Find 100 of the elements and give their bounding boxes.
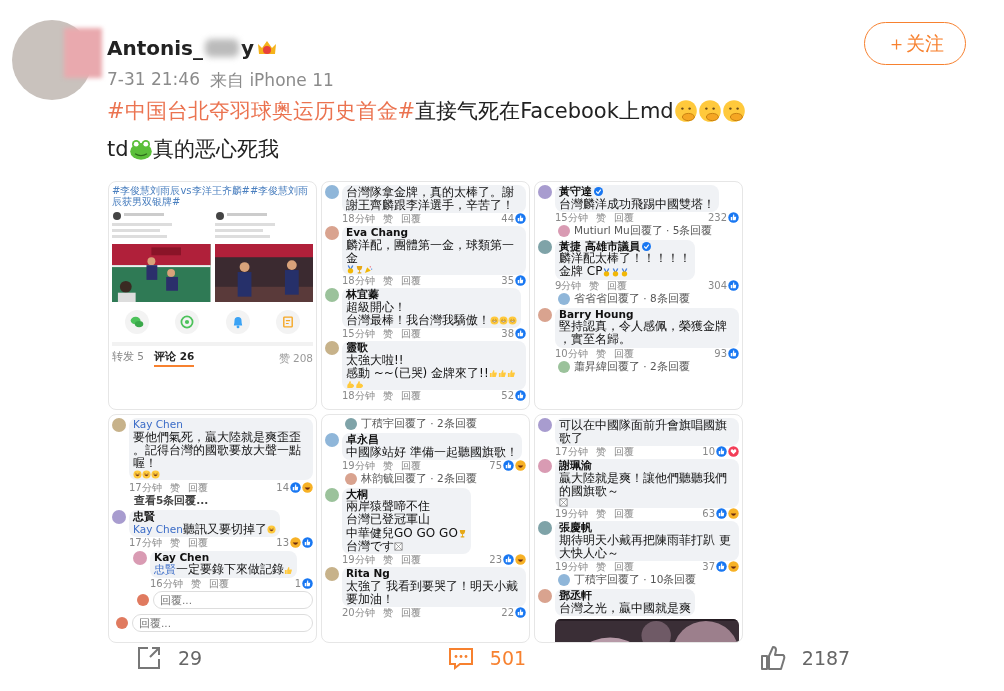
reply-field[interactable]: 回覆... [153,590,313,609]
comment-author[interactable]: Eva Chang [346,227,408,239]
comment-author[interactable]: Barry Houng [559,308,634,321]
comment-text: 一定要錄下來做記錄 [176,563,284,577]
medal-icon [620,267,630,277]
like-link[interactable]: 赞 [382,459,393,471]
like-link[interactable]: 赞 [589,279,600,291]
comment-author[interactable]: 張慶帆 [559,522,592,534]
like-link[interactable]: 赞 [595,446,606,458]
like-link[interactable]: 赞 [595,211,606,223]
share-icon[interactable] [135,645,162,671]
reply-link[interactable]: 回覆 [400,606,421,618]
like-link[interactable]: 赞 [382,275,393,287]
image-thumbnail[interactable]: 黃守達 台灣麟洋成功飛踢中國雙塔！ 15分钟 赞 回覆 232 Mutiurl Mu回覆了 · 5条回覆 黃捷 高雄市議員 麟洋配太棒了！！！！！ 金牌 CP 9分钟 赞 回覆 304 省省省回覆了 · 8条回覆 Barry Houng 堅持認真，令人感佩，榮獲金牌，實至名歸。 10分钟 赞 回覆 93 蕭昇緯回覆了 · 2条回覆 [534,181,743,410]
like-link[interactable]: 赞 [169,536,180,548]
image-thumbnail[interactable]: 台灣隊拿金牌，真的太棒了。謝謝王齊麟跟李洋選手，辛苦了！ 18分钟 赞 回覆 44 Eva Chang 麟洋配，團體第一金，球類第一金 18分钟 赞 回覆 35 林宜蓁 超級開心！ 台灣最棒！我台灣我驕傲！ 15分钟 赞 回覆 38 靈歌 太強大啦!! 感動 ~~(已哭) 金牌來了!! 18分钟 赞 回覆 52 [321,181,530,410]
mention-link[interactable]: Kay Chen [133,523,183,536]
like-link[interactable]: 赞 [382,606,393,618]
laughing-reaction-icon [728,508,739,520]
like-link[interactable]: 赞 [169,481,180,493]
reply-link[interactable]: 回覆 [400,328,421,340]
image-thumbnail[interactable]: Kay Chen 要他們氣死，贏大陸就是爽歪歪。記得台灣的國歌要放大聲一點喔！ 17分钟 赞 回覆 14 查看5条回覆... 忠賢 Kay Chen聽訊又要切掉了 17分钟 赞 回覆 13 Kay Chen 忠賢一定要錄下來做記錄 16分钟 赞 回覆 1 回覆... 回覆... [108,414,317,643]
reaction-count: 44 [501,213,514,225]
like-link[interactable]: 赞 [595,508,606,520]
thumbs-up-icon [506,369,516,379]
reply-link[interactable]: 回覆 [400,554,421,566]
image-thumbnail[interactable]: #李俊慧刘雨辰vs李洋王齐麟##李俊慧刘雨辰获男双银牌# 转发 5 评论 26 赞 208 [108,181,317,410]
reply-link[interactable]: 回覆 [613,508,634,520]
thumbs-up-icon[interactable] [759,645,786,671]
like-link[interactable]: 赞 [595,347,606,359]
reply-link[interactable]: 回覆 [607,279,628,291]
like-link[interactable]: 赞 [382,328,393,340]
comment-author[interactable]: 謝珮渝 [559,460,592,472]
document-icon[interactable] [280,315,295,329]
comment-author[interactable]: 大桐 [346,488,368,501]
replies-link[interactable]: 省省省回覆了 · 8条回覆 [574,292,690,305]
reply-field[interactable]: 回覆... [132,613,313,632]
tab[interactable]: 评论 26 [154,351,195,367]
comment-count[interactable]: 501 [489,647,527,669]
share-count[interactable]: 29 [177,647,203,669]
comment-icon[interactable] [447,645,474,671]
username[interactable]: y [241,36,255,60]
reply-link[interactable]: 回覆 [613,347,634,359]
thumbs-up-icon [284,565,293,575]
reply-link[interactable]: 回覆 [400,459,421,471]
comment-time: 18分钟 [342,275,375,287]
image-thumbnail[interactable]: 可以在中國隊面前升會旗唱國旗歌了 17分钟 赞 回覆 10 謝珮渝 贏大陸就是爽！讓他們聽聽我們的國旗歌～ 19分钟 赞 回覆 63 張慶帆 期待明天小戴再把陳雨菲打趴 更大快人心～ 19分钟 赞 回覆 37 丁積宇回覆了 · 10条回覆 鄧丞軒 台灣之光，贏中國就是爽 [534,414,743,643]
reply-link[interactable]: 回覆 [613,446,634,458]
comment-author[interactable]: 靈歌 [346,342,368,354]
comment-author[interactable]: 林宜蓁 [346,289,379,301]
replies-link[interactable]: 丁積宇回覆了 · 2条回覆 [361,418,477,430]
like-link[interactable]: 赞 [382,213,393,225]
replies-link[interactable]: 蕭昇緯回覆了 · 2条回覆 [574,360,690,373]
reply-link[interactable]: 回覆 [400,275,421,287]
like-link[interactable]: 赞 [595,561,606,573]
comment-text: 麟洋配太棒了！！！！！ [559,252,691,266]
comment-author[interactable]: 黃捷 高雄市議員 [559,240,640,253]
username[interactable]: Antonis_ [107,36,203,60]
comment-author[interactable]: 鄧丞軒 [559,590,592,602]
avatar [345,472,357,485]
comment-author[interactable]: 黃守達 [559,186,592,198]
reaction-count: 1 [294,577,301,589]
reply-link[interactable]: 回覆 [613,211,634,223]
reply-link[interactable]: 回覆 [208,577,229,589]
reaction-count: 14 [276,481,289,493]
avatar [112,418,126,432]
avatar [112,510,126,525]
party-popper-icon [364,265,373,275]
comment-author[interactable]: Kay Chen [154,551,210,564]
mention-link[interactable]: 忠賢 [154,564,176,576]
view-replies-link[interactable]: 查看5条回覆... [134,494,313,507]
reaction-count: 75 [489,459,502,471]
replies-link[interactable]: 丁積宇回覆了 · 10条回覆 [574,574,697,586]
hashtag-link[interactable]: #李俊慧刘雨辰vs李洋王齐麟##李俊慧刘雨辰获男双银牌# [112,185,313,207]
reply-link[interactable]: 回覆 [400,390,421,402]
comment-author[interactable]: 忠賢 [133,511,155,523]
like-link[interactable]: 赞 [382,554,393,566]
trophy-icon [457,528,467,538]
reply-link[interactable]: 回覆 [187,481,208,493]
laughing-face-icon [151,470,160,480]
image-thumbnail[interactable]: 丁積宇回覆了 · 2条回覆 卓永昌 中國隊站好 準備一起聽國旗歌！ 19分钟 赞 回覆 75 林韵毓回覆了 · 2条回覆 大桐 兩岸猿聲啼不住 台灣已登冠軍山 中華健兒GO GO GO 台灣です 19分钟 赞 回覆 23 Rita Ng 太強了 我看到要哭了！明天小戴要加油！ 20分钟 赞 回覆 22 [321,414,530,643]
like-link[interactable]: 赞 [190,577,201,589]
tab[interactable]: 转发 5 [112,351,145,367]
reply-link[interactable]: 回覆 [187,536,208,548]
replies-link[interactable]: 林韵毓回覆了 · 2条回覆 [361,472,477,485]
like-count[interactable]: 2187 [801,647,851,669]
follow-button[interactable]: ＋关注 [864,22,966,65]
aperture-icon[interactable] [180,315,195,329]
comment-author[interactable]: Rita Ng [346,568,390,580]
like-link[interactable]: 赞 [382,390,393,402]
chat-icon[interactable] [130,315,145,329]
avatar [325,226,339,241]
replies-link[interactable]: Mutiurl Mu回覆了 · 5条回覆 [574,224,713,237]
hashtag-link[interactable]: #中国台北夺羽球奥运历史首金# [107,97,416,125]
comment-author[interactable]: 卓永昌 [346,434,379,446]
reply-link[interactable]: 回覆 [400,213,421,225]
reply-link[interactable]: 回覆 [613,561,634,573]
grinning-face-icon [508,316,517,326]
avatar [538,239,552,254]
mention-link[interactable]: Kay Chen [133,419,183,431]
